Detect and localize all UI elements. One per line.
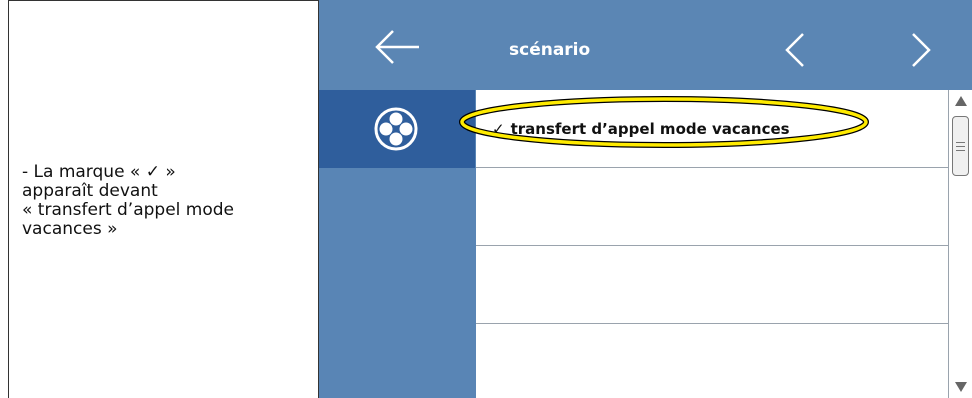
scenario-circle-icon <box>374 107 418 151</box>
grip-line <box>956 142 965 143</box>
scroll-down-arrow-icon[interactable] <box>955 382 967 392</box>
device-screen: scénario ✓ transfert d’appel mode vacanc… <box>319 0 972 398</box>
chevron-left-icon <box>785 33 804 67</box>
scroll-up-arrow-icon[interactable] <box>955 96 967 106</box>
scenario-list: ✓ transfert d’appel mode vacances <box>459 90 948 398</box>
list-item[interactable] <box>476 324 948 398</box>
grip-line <box>956 146 965 147</box>
scenario-tab[interactable] <box>319 90 475 168</box>
grip-line <box>956 150 965 151</box>
list-scrollbar[interactable] <box>948 90 972 398</box>
page-title: scénario <box>509 40 591 60</box>
checkmark-icon: ✓ <box>492 120 505 138</box>
list-item-label: transfert d’appel mode vacances <box>510 120 790 138</box>
previous-button[interactable] <box>781 30 807 70</box>
chevron-right-icon <box>912 33 931 67</box>
list-item[interactable]: ✓ transfert d’appel mode vacances <box>459 90 948 168</box>
next-button[interactable] <box>909 30 935 70</box>
screen-header: scénario <box>319 0 972 90</box>
arrow-left-icon <box>375 30 419 64</box>
instruction-caption: - La marque « ✓ » apparaît devant « tran… <box>22 162 235 239</box>
scrollbar-thumb[interactable] <box>952 116 969 176</box>
back-button[interactable] <box>373 27 421 67</box>
list-item-text: ✓ transfert d’appel mode vacances <box>492 120 790 138</box>
list-item[interactable] <box>476 168 948 246</box>
list-item[interactable] <box>476 246 948 324</box>
